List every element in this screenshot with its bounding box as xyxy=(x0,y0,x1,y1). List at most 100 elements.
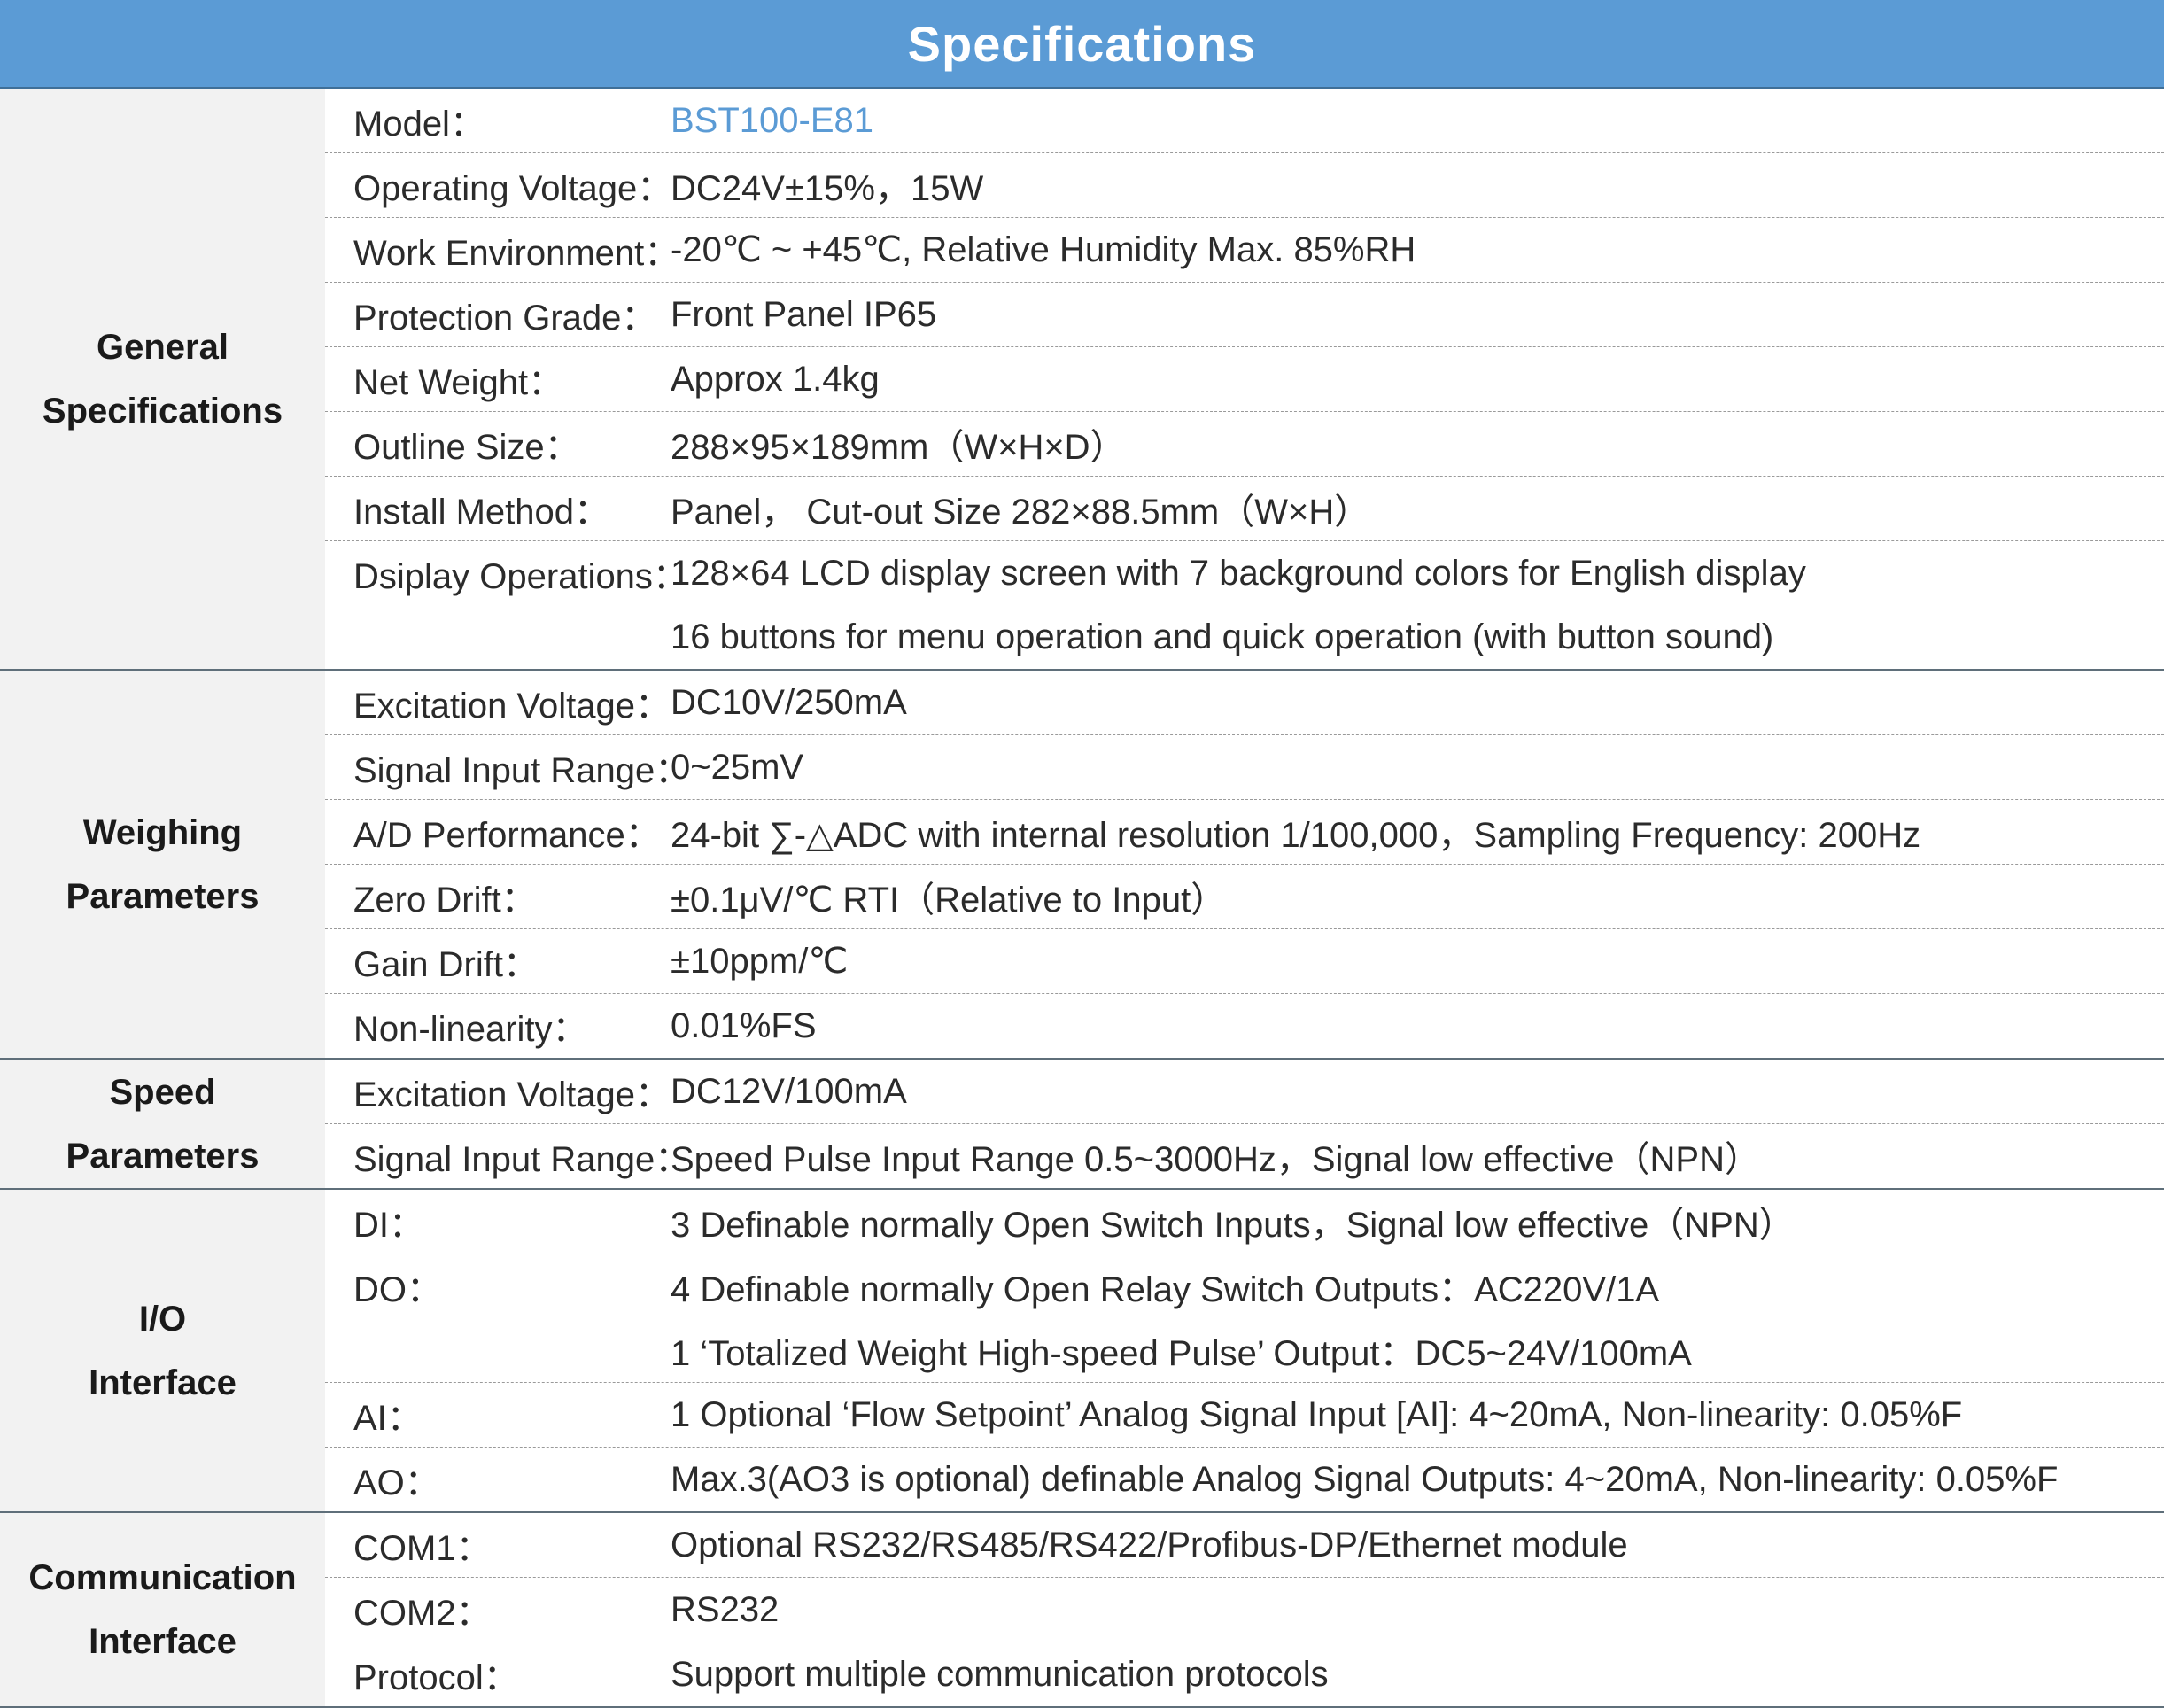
spec-key: AO： xyxy=(353,1463,440,1502)
spec-line: Dsiplay Operations： 128×64 LCD display sc… xyxy=(325,541,2164,605)
spec-value: 0~25mV xyxy=(671,747,804,787)
spec-row: Excitation Voltage： DC12V/100mA xyxy=(325,1060,2164,1124)
spec-key: Excitation Voltage： xyxy=(353,687,671,726)
page-title: Specifications xyxy=(907,15,1257,72)
spec-key: Non-linearity： xyxy=(353,1010,588,1049)
section-label: Weighing Parameters xyxy=(0,671,325,1058)
spec-line: COM2： RS232 xyxy=(325,1578,2164,1642)
spec-header: Specifications xyxy=(0,0,2164,89)
spec-line: COM1： Optional RS232/RS485/RS422/Profibus… xyxy=(325,1513,2164,1577)
spec-value: 1 ‘Totalized Weight High-speed Pulse’ Ou… xyxy=(671,1334,1692,1373)
spec-row: AO： Max.3(AO3 is optional) definable Anal… xyxy=(325,1448,2164,1511)
spec-key: COM2： xyxy=(353,1594,492,1633)
spec-value: Optional RS232/RS485/RS422/Profibus-DP/E… xyxy=(671,1525,1628,1564)
spec-row: Work Environment： -20℃ ~ +45℃, Relative H… xyxy=(325,218,2164,283)
spec-key: Outline Size： xyxy=(353,428,580,467)
spec-key: DO： xyxy=(353,1270,442,1309)
spec-value: DC10V/250mA xyxy=(671,682,907,722)
spec-value: 4 Definable normally Open Relay Switch O… xyxy=(671,1270,1660,1309)
spec-value: Panel， Cut-out Size 282×88.5mm（W×H） xyxy=(671,493,1370,532)
spec-line: Outline Size： 288×95×189mm（W×H×D） xyxy=(325,412,2164,476)
section-label: Communication Interface xyxy=(0,1513,325,1706)
spec-row: Non-linearity： 0.01%FS xyxy=(325,994,2164,1058)
spec-line: DI： 3 Definable normally Open Switch Inpu… xyxy=(325,1190,2164,1254)
spec-line: Zero Drift： ±0.1μV/℃ RTI（Relative to Inpu… xyxy=(325,865,2164,928)
spec-line: Gain Drift： ±10ppm/℃ xyxy=(325,929,2164,993)
spec-value: RS232 xyxy=(671,1589,780,1629)
section-rows: Excitation Voltage： DC10V/250mA Signal Inp… xyxy=(325,671,2164,1058)
spec-key: A/D Performance： xyxy=(353,816,661,855)
spec-key: DI： xyxy=(353,1206,424,1245)
spec-line: DO： 4 Definable normally Open Relay Switc… xyxy=(325,1254,2164,1318)
spec-value: Speed Pulse Input Range 0.5~3000Hz，Signa… xyxy=(671,1140,1760,1179)
spec-row: Operating Voltage： DC24V±15%，15W xyxy=(325,153,2164,218)
spec-row: DI： 3 Definable normally Open Switch Inpu… xyxy=(325,1190,2164,1254)
spec-key: Protection Grade： xyxy=(353,299,657,338)
spec-line: A/D Performance： 24-bit ∑-△ADC with inter… xyxy=(325,800,2164,864)
spec-key: Protocol： xyxy=(353,1658,519,1697)
spec-row: COM1： Optional RS232/RS485/RS422/Profibus… xyxy=(325,1513,2164,1578)
spec-value: 24-bit ∑-△ADC with internal resolution 1… xyxy=(671,816,1921,855)
spec-row: Gain Drift： ±10ppm/℃ xyxy=(325,929,2164,994)
spec-row: Excitation Voltage： DC10V/250mA xyxy=(325,671,2164,735)
spec-value: Max.3(AO3 is optional) definable Analog … xyxy=(671,1459,2059,1499)
spec-line: AO： Max.3(AO3 is optional) definable Anal… xyxy=(325,1448,2164,1511)
spec-table: General Specifications Model： BST100-E81 Op… xyxy=(0,89,2164,1708)
spec-key: Work Environment： xyxy=(353,234,671,273)
spec-section: Communication Interface COM1： Optional RS2… xyxy=(0,1513,2164,1708)
spec-key: Signal Input Range： xyxy=(353,1140,671,1179)
section-rows: Model： BST100-E81 Operating Voltage： DC24V±… xyxy=(325,89,2164,669)
spec-line: Net Weight： Approx 1.4kg xyxy=(325,347,2164,411)
spec-row: COM2： RS232 xyxy=(325,1578,2164,1642)
spec-row: A/D Performance： 24-bit ∑-△ADC with inter… xyxy=(325,800,2164,865)
spec-line: Excitation Voltage： DC12V/100mA xyxy=(325,1060,2164,1123)
spec-row: Protection Grade： Front Panel IP65 xyxy=(325,283,2164,347)
spec-value: DC24V±15%，15W xyxy=(671,169,984,208)
spec-value: ±10ppm/℃ xyxy=(671,942,849,981)
spec-value: BST100-E81 xyxy=(671,100,874,140)
spec-line: Protocol： Support multiple communication … xyxy=(325,1642,2164,1706)
spec-key: Net Weight： xyxy=(353,363,564,402)
spec-row: Protocol： Support multiple communication … xyxy=(325,1642,2164,1706)
spec-key: Model： xyxy=(353,105,485,144)
spec-row: Net Weight： Approx 1.4kg xyxy=(325,347,2164,412)
spec-line: Install Method： Panel， Cut-out Size 282×8… xyxy=(325,477,2164,540)
spec-value: Approx 1.4kg xyxy=(671,359,880,399)
spec-row: Signal Input Range： 0~25mV xyxy=(325,735,2164,800)
spec-section: Weighing Parameters Excitation Voltage： DC… xyxy=(0,671,2164,1060)
spec-key: Install Method： xyxy=(353,493,610,532)
spec-key: Zero Drift： xyxy=(353,881,537,920)
spec-section: I/O Interface DI： 3 Definable normally Ope… xyxy=(0,1190,2164,1513)
spec-row: Outline Size： 288×95×189mm（W×H×D） xyxy=(325,412,2164,477)
spec-value: ±0.1μV/℃ RTI（Relative to Input） xyxy=(671,881,1227,920)
spec-line: Protection Grade： Front Panel IP65 xyxy=(325,283,2164,346)
spec-line: 1 ‘Totalized Weight High-speed Pulse’ Ou… xyxy=(325,1318,2164,1382)
spec-key: AI： xyxy=(353,1399,423,1438)
section-rows: Excitation Voltage： DC12V/100mA Signal Inp… xyxy=(325,1060,2164,1188)
spec-value: Support multiple communication protocols xyxy=(671,1654,1329,1694)
spec-key: COM1： xyxy=(353,1529,492,1568)
spec-key: Excitation Voltage： xyxy=(353,1075,671,1114)
spec-line: Non-linearity： 0.01%FS xyxy=(325,994,2164,1058)
spec-key: Gain Drift： xyxy=(353,945,539,984)
section-rows: DI： 3 Definable normally Open Switch Inpu… xyxy=(325,1190,2164,1511)
spec-value: 3 Definable normally Open Switch Inputs，… xyxy=(671,1206,1795,1245)
spec-value: Front Panel IP65 xyxy=(671,294,937,334)
section-label: General Specifications xyxy=(0,89,325,669)
spec-line: Model： BST100-E81 xyxy=(325,89,2164,152)
spec-key: Dsiplay Operations： xyxy=(353,557,671,596)
spec-row: Zero Drift： ±0.1μV/℃ RTI（Relative to Inpu… xyxy=(325,865,2164,929)
spec-line: Signal Input Range： 0~25mV xyxy=(325,735,2164,799)
spec-value: DC12V/100mA xyxy=(671,1071,907,1111)
spec-row: Signal Input Range： Speed Pulse Input Ran… xyxy=(325,1124,2164,1188)
spec-sheet: Specifications General Specifications Mod… xyxy=(0,0,2164,1708)
spec-line: Excitation Voltage： DC10V/250mA xyxy=(325,671,2164,734)
spec-section: General Specifications Model： BST100-E81 Op… xyxy=(0,89,2164,671)
spec-value: 1 Optional ‘Flow Setpoint’ Analog Signal… xyxy=(671,1394,1963,1434)
section-label: I/O Interface xyxy=(0,1190,325,1511)
spec-line: Signal Input Range： Speed Pulse Input Ran… xyxy=(325,1124,2164,1188)
spec-row: Install Method： Panel， Cut-out Size 282×8… xyxy=(325,477,2164,541)
section-rows: COM1： Optional RS232/RS485/RS422/Profibus… xyxy=(325,1513,2164,1706)
spec-line: Operating Voltage： DC24V±15%，15W xyxy=(325,153,2164,217)
spec-value: -20℃ ~ +45℃, Relative Humidity Max. 85%R… xyxy=(671,230,1416,269)
